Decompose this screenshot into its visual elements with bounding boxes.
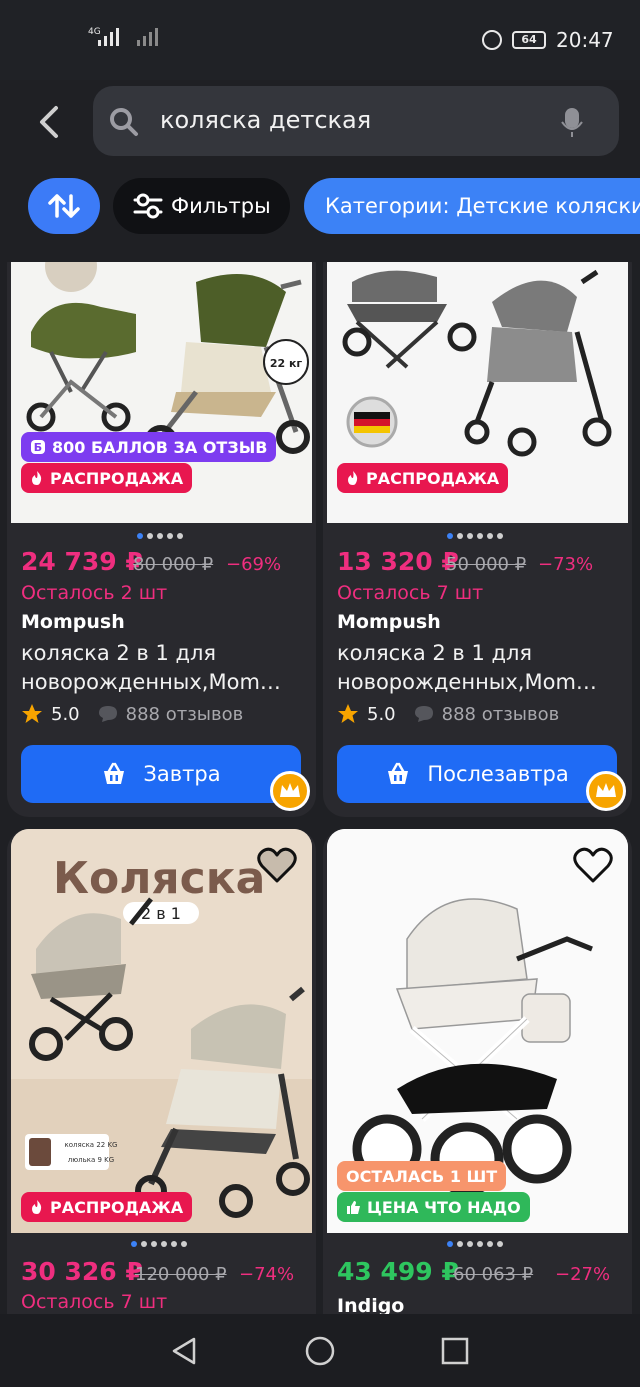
old-price: 80 000 ₽ <box>133 554 214 575</box>
good-price-badge: ЦЕНА ЧТО НАДО <box>337 1192 530 1222</box>
old-price: 120 000 ₽ <box>135 1264 227 1285</box>
comment-icon <box>98 706 117 722</box>
product-card[interactable]: Коляска 2 в 1 коляска 22 KG люлька 9 KG <box>7 829 316 1314</box>
image-pager-dots <box>131 1241 187 1249</box>
old-price: 60 063 ₽ <box>453 1264 534 1285</box>
rating-row: 5.0 888 отзывов <box>337 703 559 725</box>
product-image[interactable]: 22 кг Б 800 БАЛЛОВ ЗА ОТЗЫВ РАСПРОДАЖА <box>11 262 312 523</box>
discount: −27% <box>555 1264 611 1285</box>
svg-text:Б: Б <box>34 441 42 454</box>
basket-icon <box>388 762 409 784</box>
brand-name: Mompush <box>21 611 125 633</box>
product-price: 13 320 ₽ <box>337 547 459 576</box>
clock: 20:47 <box>556 28 614 52</box>
sort-arrows-icon <box>48 194 80 218</box>
alarm-icon <box>482 30 502 50</box>
rating-value: 5.0 <box>51 703 80 725</box>
brand-name: Mompush <box>337 611 441 633</box>
discount: −74% <box>239 1264 295 1285</box>
old-price: 50 000 ₽ <box>446 554 527 575</box>
reviews-count: 888 отзывов <box>125 703 244 725</box>
chevron-left-icon <box>40 106 58 138</box>
filter-sliders-icon <box>133 193 163 219</box>
favorite-heart-icon[interactable] <box>257 846 297 884</box>
stroller-photo: Коляска 2 в 1 коляска 22 KG люлька 9 KG <box>11 829 312 1233</box>
sale-badge: РАСПРОДАЖА <box>21 463 193 493</box>
image-spec-1: коляска 22 KG <box>65 1141 118 1149</box>
stock-left: Осталось 7 шт <box>21 1291 168 1313</box>
filters-button[interactable]: Фильтры <box>113 178 290 234</box>
product-title[interactable]: коляска 2 в 1 для новорожденных,Mom… <box>21 639 301 697</box>
star-icon <box>338 704 358 723</box>
product-card[interactable]: РАСПРОДАЖА 13 320 ₽ 50 000 ₽ −73% Остало… <box>323 262 632 817</box>
premium-crown-icon <box>586 771 626 811</box>
rating-row: 5.0 888 отзывов <box>21 703 243 725</box>
stock-left: Осталось 2 шт <box>21 582 168 604</box>
product-price: 24 739 ₽ <box>21 547 143 576</box>
battery-icon: 64 <box>512 31 546 49</box>
thumbs-up-icon <box>347 1200 360 1214</box>
product-grid: 22 кг Б 800 БАЛЛОВ ЗА ОТЗЫВ РАСПРОДАЖА 2… <box>0 262 640 1314</box>
image-title: Коляска <box>53 853 265 904</box>
sale-badge: РАСПРОДАЖА <box>21 1192 193 1222</box>
nav-back-icon[interactable] <box>170 1336 198 1366</box>
comment-icon <box>414 706 433 722</box>
stock-left: Осталось 7 шт <box>337 582 484 604</box>
last-item-badge: ОСТАЛАСЬ 1 ШТ <box>337 1161 507 1191</box>
filters-label: Фильтры <box>171 194 271 218</box>
fire-icon <box>348 471 358 485</box>
image-pager-dots <box>447 533 503 541</box>
product-image[interactable]: ОСТАЛАСЬ 1 ШТ ЦЕНА ЧТО НАДО <box>327 829 628 1233</box>
reviews-count: 888 отзывов <box>441 703 560 725</box>
discount: −73% <box>538 554 594 575</box>
rating-value: 5.0 <box>367 703 396 725</box>
star-icon <box>22 704 42 723</box>
search-input[interactable]: коляска детская <box>160 106 371 134</box>
category-chip[interactable]: Категории: Детские коляски- <box>304 178 640 234</box>
product-price: 30 326 ₽ <box>21 1257 143 1286</box>
product-card[interactable]: 22 кг Б 800 БАЛЛОВ ЗА ОТЗЫВ РАСПРОДАЖА 2… <box>7 262 316 817</box>
image-pager-dots <box>447 1241 503 1249</box>
status-bar: 4G 64 20:47 <box>0 0 640 80</box>
product-price: 43 499 ₽ <box>337 1257 459 1286</box>
delivery-button[interactable]: Завтра <box>21 745 301 803</box>
sale-badge: РАСПРОДАЖА <box>337 463 509 493</box>
bonus-badge: Б 800 БАЛЛОВ ЗА ОТЗЫВ <box>21 432 277 462</box>
search-icon <box>110 108 138 136</box>
weight-label: 22 кг <box>270 357 303 370</box>
premium-crown-icon <box>270 771 310 811</box>
product-card[interactable]: ОСТАЛАСЬ 1 ШТ ЦЕНА ЧТО НАДО 43 499 ₽ 60 … <box>323 829 632 1314</box>
points-icon: Б <box>31 440 45 454</box>
fire-icon <box>32 1200 42 1214</box>
microphone-icon[interactable] <box>560 106 584 138</box>
product-title[interactable]: коляска 2 в 1 для новорожденных,Mom… <box>337 639 617 697</box>
image-spec-2: люлька 9 KG <box>68 1156 114 1164</box>
delivery-button[interactable]: Послезавтра <box>337 745 617 803</box>
product-image[interactable]: РАСПРОДАЖА <box>327 262 628 523</box>
image-pager-dots <box>137 533 183 541</box>
nav-home-icon[interactable] <box>304 1335 336 1367</box>
back-button[interactable] <box>28 100 68 144</box>
basket-icon <box>104 762 125 784</box>
brand-name: Indigo <box>337 1295 405 1314</box>
product-image[interactable]: Коляска 2 в 1 коляска 22 KG люлька 9 KG <box>11 829 312 1233</box>
fire-icon <box>32 471 42 485</box>
favorite-heart-icon[interactable] <box>573 846 613 884</box>
sort-button[interactable] <box>28 178 100 234</box>
signal-2-icon <box>137 28 158 46</box>
discount: −69% <box>226 554 282 575</box>
signal-icon <box>98 28 119 46</box>
system-navigation-bar <box>0 1314 640 1387</box>
nav-recents-icon[interactable] <box>441 1337 469 1365</box>
